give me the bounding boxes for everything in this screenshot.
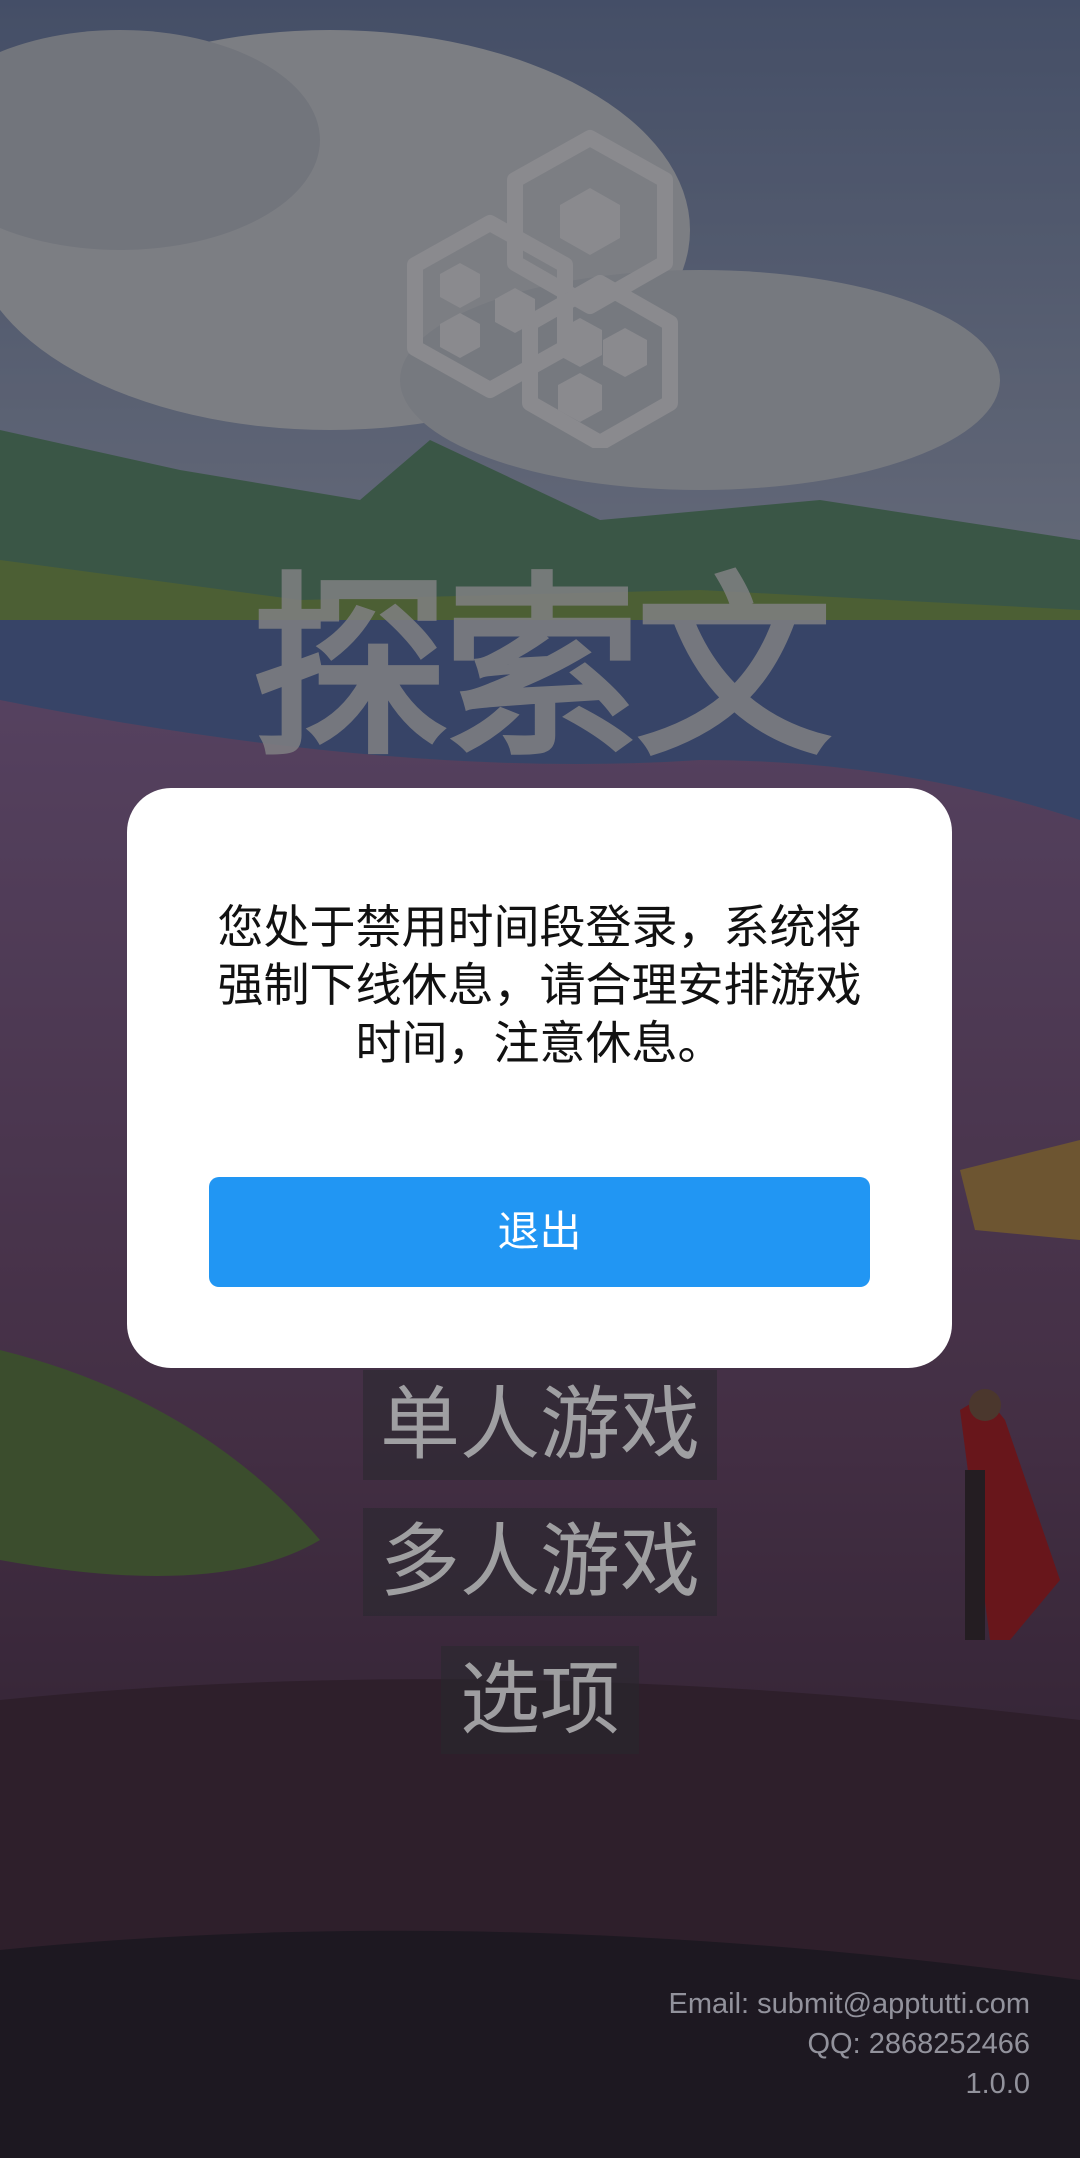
footer-info: Email: submit@apptutti.com QQ: 286825246… xyxy=(430,1984,1030,2104)
contact-qq: QQ: 2868252466 xyxy=(807,2028,1030,2060)
dialog-message: 您处于禁用时间段登录，系统将强制下线休息，请合理安排游戏时间，注意休息。 xyxy=(217,900,862,1070)
app-version: 1.0.0 xyxy=(965,2068,1031,2100)
single-player-button[interactable]: 单人游戏 xyxy=(363,1370,717,1480)
multi-player-button[interactable]: 多人游戏 xyxy=(363,1508,717,1616)
contact-email: Email: submit@apptutti.com xyxy=(668,1988,1030,2020)
game-title: 探索文明 xyxy=(251,556,832,1000)
playtime-restriction-dialog: 您处于禁用时间段登录，系统将强制下线休息，请合理安排游戏时间，注意休息。 退出 xyxy=(127,788,952,1368)
options-button[interactable]: 选项 xyxy=(441,1646,639,1754)
exit-button[interactable]: 退出 xyxy=(209,1177,870,1287)
hexagon-cluster-logo xyxy=(407,130,678,448)
